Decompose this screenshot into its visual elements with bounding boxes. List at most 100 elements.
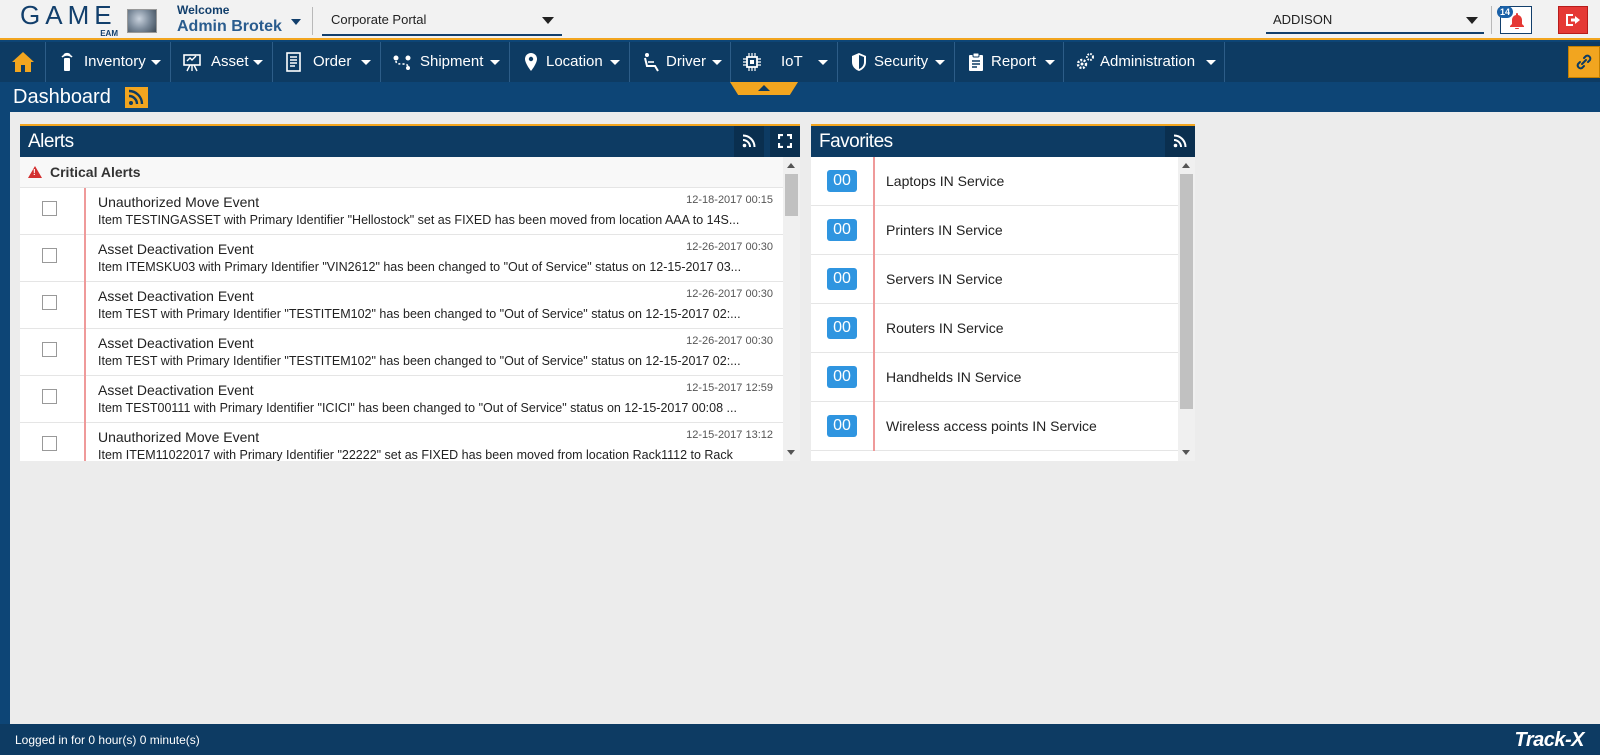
fullscreen-icon [778, 134, 792, 148]
alerts-widget-header: Alerts [20, 126, 800, 157]
separator-bar [873, 304, 875, 353]
favorite-count-badge: 00 [827, 219, 857, 241]
game-eam-logo[interactable]: GAME EAM [20, 2, 120, 38]
nav-label: IoT [781, 53, 803, 70]
alert-event-name: Asset Deactivation Event [98, 288, 254, 304]
scroll-down-arrow[interactable] [787, 450, 795, 455]
critical-alerts-title: Critical Alerts [50, 164, 141, 180]
trackx-logo: Track-X [1514, 729, 1584, 751]
portal-select[interactable]: Corporate Portal [322, 6, 562, 36]
alerts-rss-button[interactable] [734, 126, 764, 157]
footer: Logged in for 0 hour(s) 0 minute(s) Trac… [0, 724, 1600, 755]
alert-message: Item TESTINGASSET with Primary Identifie… [98, 213, 740, 227]
favorite-row[interactable]: 00 Handhelds IN Service [811, 353, 1178, 402]
map-pin-icon [525, 53, 537, 71]
nav-location[interactable]: Location [511, 42, 630, 82]
alert-event-name: Asset Deactivation Event [98, 382, 254, 398]
severity-bar [84, 188, 86, 235]
logout-button[interactable] [1558, 6, 1588, 34]
nav-driver[interactable]: Driver [631, 42, 731, 82]
nav-security[interactable]: Security [839, 42, 955, 82]
alert-timestamp: 12-18-2017 00:15 [686, 194, 773, 206]
chevron-down-icon [712, 60, 722, 65]
alert-row[interactable]: Asset Deactivation Event 12-26-2017 00:30… [20, 235, 783, 282]
nav-label: Asset [211, 53, 249, 70]
favorite-row[interactable]: 00 Printers IN Service [811, 206, 1178, 255]
alert-row[interactable]: Unauthorized Move Event 12-18-2017 00:15 I… [20, 188, 783, 235]
bell-icon [1510, 13, 1524, 29]
scroll-up-arrow[interactable] [787, 163, 795, 168]
nav-shipment[interactable]: Shipment [382, 42, 510, 82]
nav-administration[interactable]: Administration [1065, 42, 1225, 82]
favorite-count-badge: 00 [827, 317, 857, 339]
alert-select-checkbox[interactable] [42, 201, 57, 216]
nav-inventory[interactable]: Inventory [47, 42, 171, 82]
favorite-label: Handhelds IN Service [886, 369, 1022, 385]
separator-bar [873, 157, 875, 206]
favorites-widget: Favorites 00 Laptops IN Service 00 Printers… [811, 124, 1195, 461]
clipboard-icon [969, 52, 983, 71]
favorite-row[interactable]: 00 Wireless access points IN Service [811, 402, 1178, 451]
notifications-button[interactable]: 14 [1497, 6, 1532, 34]
alerts-list: Critical Alerts Unauthorized Move Event 1… [20, 157, 783, 461]
nav-label: Location [546, 53, 603, 70]
scroll-thumb[interactable] [1180, 174, 1193, 409]
top-header: GAME EAM Welcome Admin Brotek Corporate … [0, 0, 1600, 40]
alerts-expand-button[interactable] [770, 126, 800, 157]
alert-select-checkbox[interactable] [42, 295, 57, 310]
favorites-list: 00 Laptops IN Service 00 Printers IN Servic… [811, 157, 1178, 461]
home-button[interactable] [0, 42, 46, 82]
site-select[interactable]: ADDISON [1266, 6, 1484, 34]
alerts-scrollbar[interactable] [783, 157, 800, 461]
logo-text: GAME [20, 0, 117, 30]
scroll-down-arrow[interactable] [1182, 450, 1190, 455]
user-menu-caret-icon[interactable] [291, 19, 301, 25]
severity-bar [84, 329, 86, 376]
main-nav: Inventory Asset Order Shipment Location … [0, 42, 1600, 82]
nav-label: Administration [1100, 53, 1196, 70]
favorite-row[interactable]: 00 Laptops IN Service [811, 157, 1178, 206]
welcome-label: Welcome [177, 3, 230, 17]
chevron-down-icon [1206, 60, 1216, 65]
severity-bar [84, 423, 86, 461]
nav-asset[interactable]: Asset [172, 42, 273, 82]
user-menu[interactable]: Welcome Admin Brotek [177, 4, 282, 37]
separator-bar [873, 255, 875, 304]
nav-order[interactable]: Order [274, 42, 381, 82]
alert-row[interactable]: Unauthorized Move Event 12-15-2017 13:12 I… [20, 423, 783, 461]
favorite-row[interactable]: 00 Servers IN Service [811, 255, 1178, 304]
alert-row[interactable]: Asset Deactivation Event 12-26-2017 00:30… [20, 282, 783, 329]
alert-select-checkbox[interactable] [42, 248, 57, 263]
favorite-count-badge: 00 [827, 268, 857, 290]
chevron-down-icon [490, 60, 500, 65]
rss-icon [1173, 134, 1187, 148]
alert-event-name: Unauthorized Move Event [98, 194, 260, 210]
portal-selected-value: Corporate Portal [331, 12, 427, 27]
alert-row[interactable]: Asset Deactivation Event 12-26-2017 00:30… [20, 329, 783, 376]
alert-select-checkbox[interactable] [42, 342, 57, 357]
favorite-label: Wireless access points IN Service [886, 418, 1097, 434]
alert-event-name: Unauthorized Move Event [98, 429, 260, 445]
home-icon [12, 52, 34, 72]
favorites-widget-title: Favorites [819, 131, 893, 152]
alert-message: Item ITEM11022017 with Primary Identifie… [98, 448, 733, 461]
favorite-row[interactable]: 00 Routers IN Service [811, 304, 1178, 353]
alert-row[interactable]: Asset Deactivation Event 12-15-2017 12:59… [20, 376, 783, 423]
favorites-scrollbar[interactable] [1178, 157, 1195, 461]
alert-select-checkbox[interactable] [42, 436, 57, 451]
login-duration: Logged in for 0 hour(s) 0 minute(s) [15, 733, 200, 747]
nav-label: Shipment [420, 53, 484, 70]
collapse-header-toggle[interactable] [730, 82, 798, 95]
quick-links-button[interactable] [1568, 46, 1600, 78]
sign-out-icon [1566, 14, 1580, 26]
scroll-up-arrow[interactable] [1182, 163, 1190, 168]
favorites-rss-button[interactable] [1165, 126, 1195, 157]
logo-subtext: EAM [100, 29, 118, 38]
link-icon [1576, 54, 1592, 70]
order-icon [286, 52, 301, 72]
scroll-thumb[interactable] [785, 174, 798, 216]
nav-report[interactable]: Report [956, 42, 1064, 82]
dashboard-rss-button[interactable] [125, 87, 148, 108]
nav-iot[interactable]: IoT [732, 42, 838, 82]
alert-select-checkbox[interactable] [42, 389, 57, 404]
